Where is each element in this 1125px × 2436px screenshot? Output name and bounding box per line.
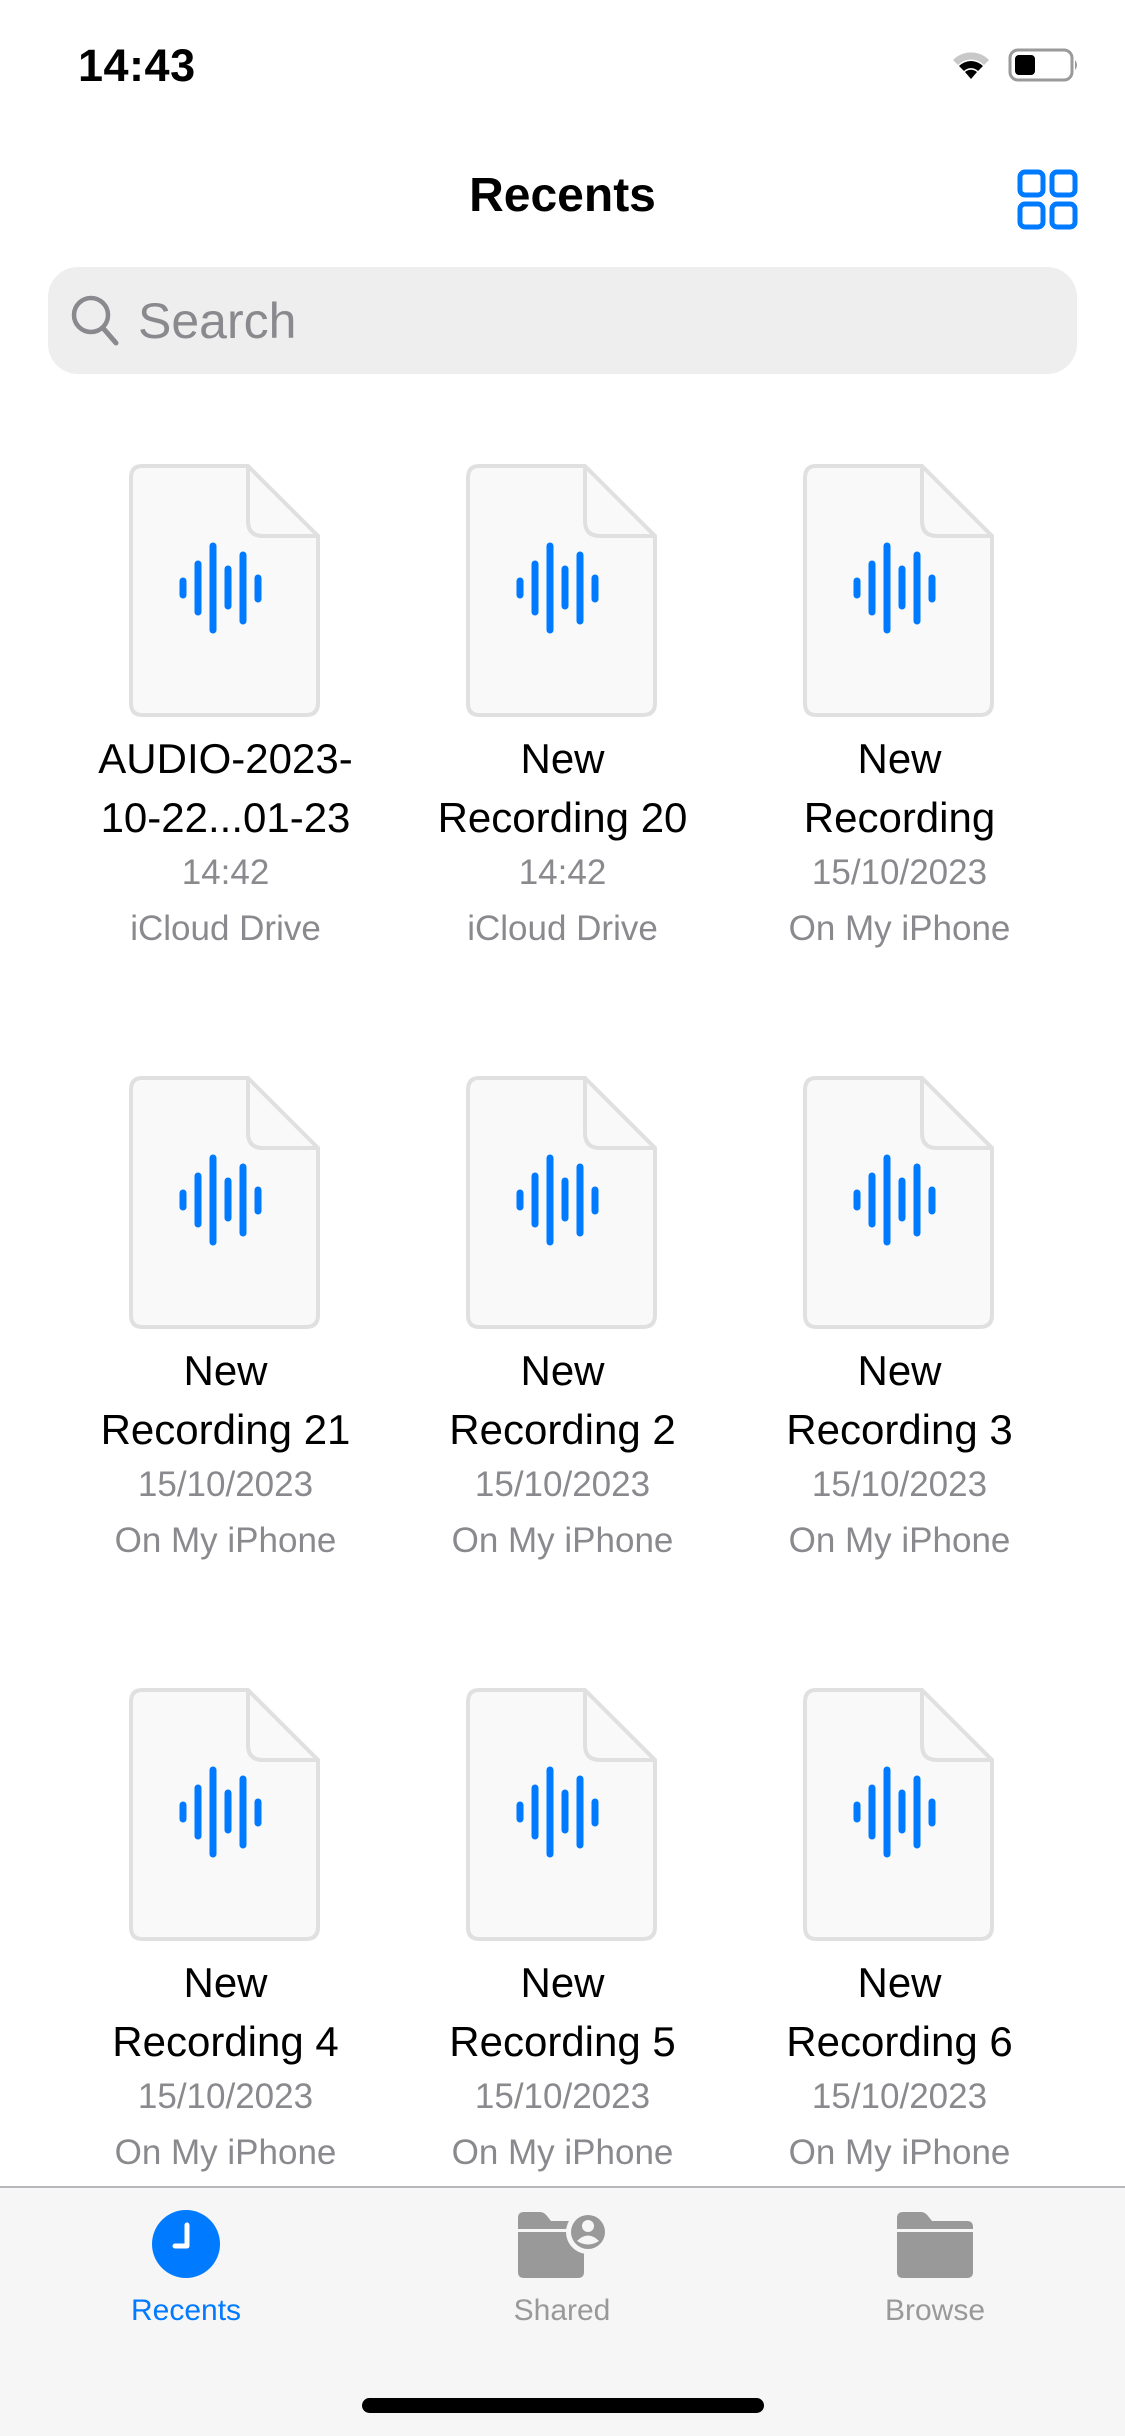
file-date: 15/10/2023 — [811, 853, 988, 892]
file-name-line1: New — [183, 1347, 268, 1394]
file-name-line2: Recording 6 — [786, 2018, 1013, 2065]
file-name-line1: New — [520, 1347, 605, 1394]
file-location: On My iPhone — [451, 2133, 674, 2172]
tab-label: Shared — [513, 2294, 611, 2327]
status-time: 14:43 — [78, 40, 196, 91]
file-location: On My iPhone — [788, 2133, 1011, 2172]
audio-file-icon — [465, 1688, 657, 1941]
status-icons — [950, 48, 1080, 82]
file-item[interactable]: New Recording 6 15/10/2023 On My iPhone — [731, 1687, 1068, 2181]
file-date: 14:42 — [518, 853, 607, 892]
tab-label: Recents — [130, 2294, 242, 2327]
file-name-line2: Recording 20 — [437, 794, 688, 841]
file-name-line1: New — [183, 1959, 268, 2006]
file-location: On My iPhone — [788, 1521, 1011, 1560]
tab-label: Browse — [884, 2294, 986, 2327]
tab-browse[interactable]: Browse — [825, 2208, 1045, 2328]
audio-file-icon — [465, 464, 657, 717]
audio-file-icon — [128, 464, 320, 717]
audio-file-icon — [128, 1076, 320, 1329]
file-name-line1: New — [520, 1959, 605, 2006]
file-name-line2: Recording — [803, 794, 996, 841]
file-item[interactable]: New Recording 2 15/10/2023 On My iPhone — [394, 1075, 731, 1569]
file-item[interactable]: New Recording 20 14:42 iCloud Drive — [394, 463, 731, 957]
file-name-line2: Recording 2 — [449, 1406, 676, 1453]
file-date: 15/10/2023 — [811, 1465, 988, 1504]
shared-folder-icon — [518, 2210, 610, 2278]
file-name-line2: Recording 21 — [100, 1406, 351, 1453]
file-name-line2: Recording 3 — [786, 1406, 1013, 1453]
file-name-line1: New — [857, 1959, 942, 2006]
file-location: On My iPhone — [114, 1521, 337, 1560]
audio-file-icon — [802, 1688, 994, 1941]
file-name-line2: Recording 5 — [449, 2018, 676, 2065]
file-name-line1: New — [857, 1347, 942, 1394]
file-date: 15/10/2023 — [137, 1465, 314, 1504]
file-name-line2: Recording 4 — [112, 2018, 339, 2065]
audio-file-icon — [802, 464, 994, 717]
grid-view-icon — [1017, 169, 1078, 230]
file-date: 14:42 — [181, 853, 270, 892]
file-date: 15/10/2023 — [474, 2077, 651, 2116]
search-bar[interactable] — [48, 267, 1077, 374]
search-input[interactable] — [138, 291, 1038, 350]
tab-shared[interactable]: Shared — [452, 2208, 672, 2328]
file-location: iCloud Drive — [467, 909, 658, 948]
file-location: On My iPhone — [788, 909, 1011, 948]
tab-recents[interactable]: Recents — [76, 2208, 296, 2328]
wifi-icon — [953, 52, 989, 79]
file-item[interactable]: AUDIO-2023- 10-22...01-23 14:42 iCloud D… — [57, 463, 394, 957]
file-name-line1: New — [520, 735, 605, 782]
file-date: 15/10/2023 — [474, 1465, 651, 1504]
audio-file-icon — [465, 1076, 657, 1329]
view-toggle-button[interactable] — [1015, 167, 1081, 233]
file-date: 15/10/2023 — [137, 2077, 314, 2116]
file-item[interactable]: New Recording 15/10/2023 On My iPhone — [731, 463, 1068, 957]
file-location: On My iPhone — [114, 2133, 337, 2172]
file-name-line1: AUDIO-2023- — [98, 735, 353, 782]
file-name-line1: New — [857, 735, 942, 782]
file-location: iCloud Drive — [130, 909, 321, 948]
search-icon — [71, 295, 119, 345]
file-item[interactable]: New Recording 3 15/10/2023 On My iPhone — [731, 1075, 1068, 1569]
clock-icon — [152, 2210, 220, 2278]
audio-file-icon — [128, 1688, 320, 1941]
file-item[interactable]: New Recording 21 15/10/2023 On My iPhone — [57, 1075, 394, 1569]
battery-icon — [1008, 48, 1077, 82]
file-name-line2: 10-22...01-23 — [100, 794, 351, 841]
file-date: 15/10/2023 — [811, 2077, 988, 2116]
home-indicator[interactable] — [362, 2398, 764, 2413]
audio-file-icon — [802, 1076, 994, 1329]
file-item[interactable]: New Recording 4 15/10/2023 On My iPhone — [57, 1687, 394, 2181]
file-location: On My iPhone — [451, 1521, 674, 1560]
page-title: Recents — [469, 169, 656, 222]
file-item[interactable]: New Recording 5 15/10/2023 On My iPhone — [394, 1687, 731, 2181]
folder-icon — [897, 2212, 973, 2278]
